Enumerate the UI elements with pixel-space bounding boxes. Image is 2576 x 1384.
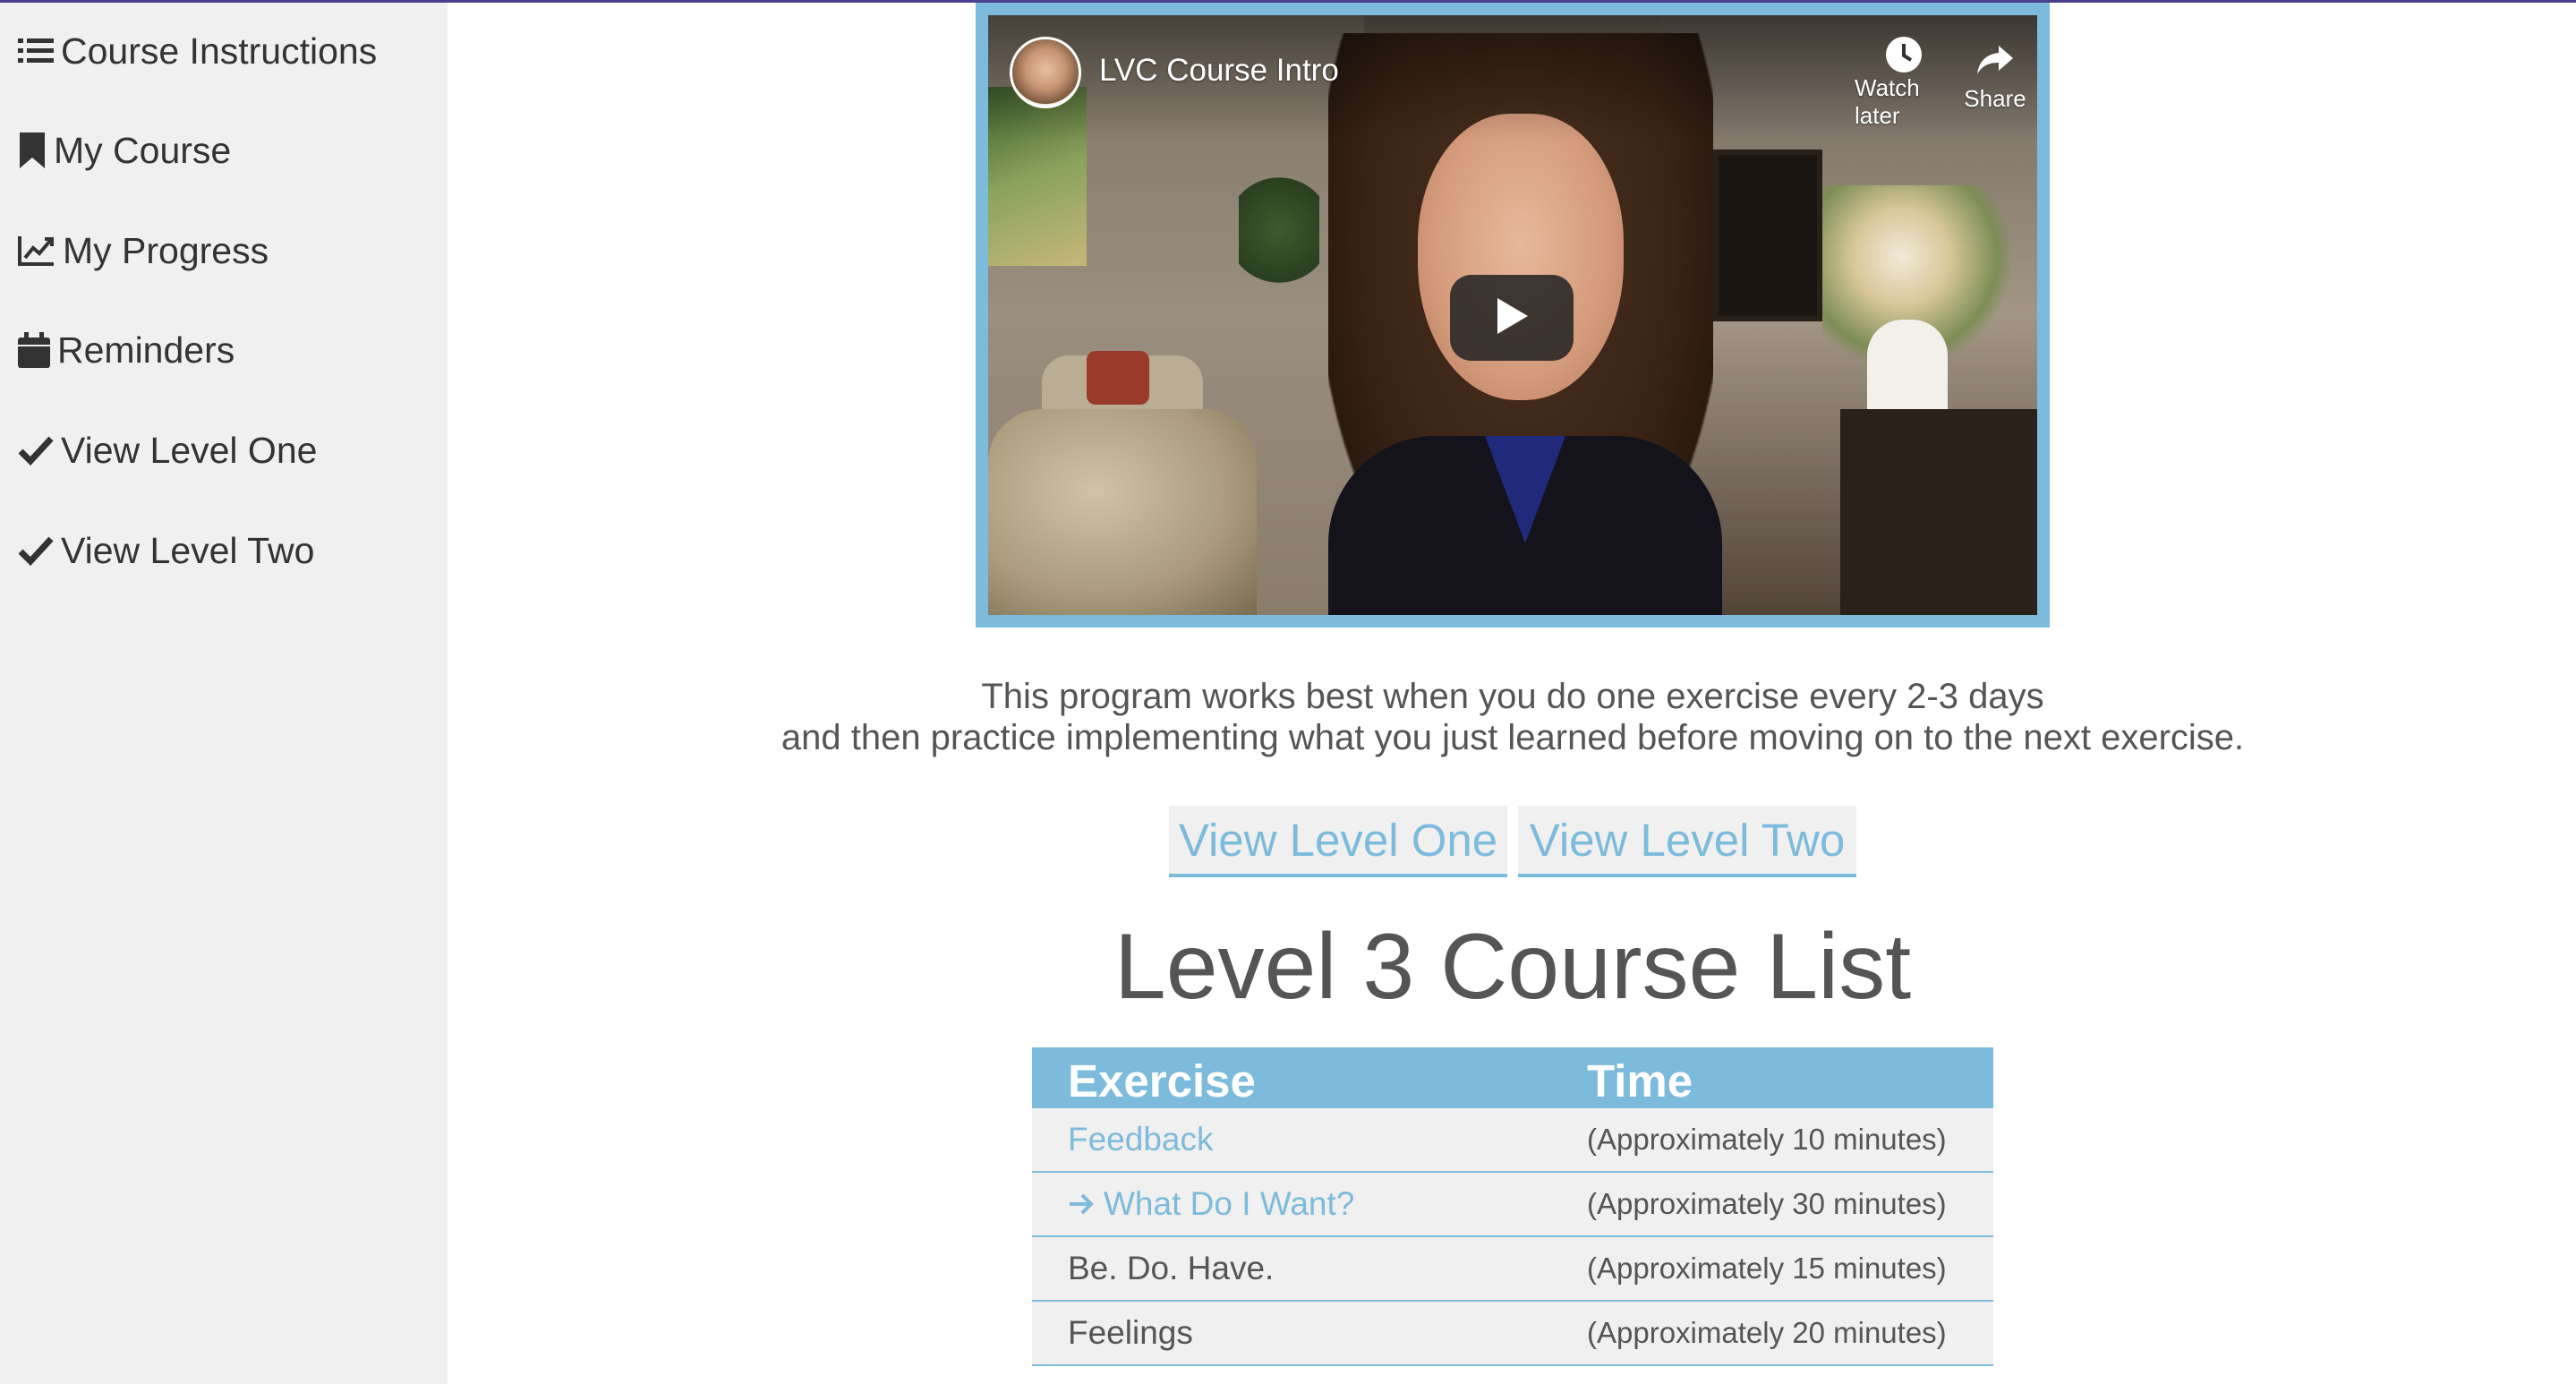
bookmark-icon — [18, 132, 47, 168]
table-row: What Do I Want? (Approximately 30 minute… — [1032, 1173, 1993, 1237]
share-icon — [1975, 35, 2015, 85]
sidebar: Course Instructions My Course My Progres… — [0, 3, 448, 1384]
sidebar-item-label: My Course — [54, 129, 232, 171]
sidebar-item-course-instructions[interactable]: Course Instructions — [18, 15, 377, 87]
sidebar-item-label: My Progress — [63, 229, 269, 271]
exercise-time: (Approximately 15 minutes) — [1587, 1252, 1947, 1285]
exercise-time: (Approximately 20 minutes) — [1587, 1316, 1947, 1349]
exercise-name: Feelings — [1068, 1314, 1193, 1351]
watch-later-label: Watch later — [1855, 74, 1920, 129]
view-level-two-button[interactable]: View Level Two — [1518, 806, 1856, 877]
exercise-link-label: What Do I Want? — [1104, 1185, 1355, 1222]
sidebar-item-view-level-two[interactable]: View Level Two — [18, 515, 314, 586]
table-header: Exercise Time — [1032, 1047, 1993, 1108]
sidebar-item-label: View Level Two — [61, 529, 315, 571]
exercise-time: (Approximately 30 minutes) — [1587, 1187, 1947, 1220]
video-player[interactable]: LVC Course Intro Watch later Share — [988, 15, 2037, 615]
sidebar-item-my-course[interactable]: My Course — [18, 115, 231, 186]
calendar-icon — [18, 332, 50, 368]
exercise-name: Be. Do. Have. — [1068, 1250, 1275, 1286]
sidebar-item-label: View Level One — [61, 429, 318, 471]
column-header-exercise: Exercise — [1068, 1055, 1256, 1106]
program-intro: This program works best when you do one … — [627, 676, 2399, 758]
clock-icon — [1884, 35, 1923, 74]
exercise-link-feedback[interactable]: Feedback — [1068, 1108, 1214, 1171]
watch-later-button[interactable]: Watch later — [1855, 35, 1953, 129]
share-button[interactable]: Share — [1946, 35, 2037, 124]
share-label: Share — [1964, 85, 2026, 112]
sidebar-item-label: Reminders — [57, 329, 235, 371]
play-icon — [1494, 296, 1530, 340]
table-row: Be. Do. Have. (Approximately 15 minutes) — [1032, 1237, 1993, 1302]
sidebar-item-label: Course Instructions — [61, 30, 378, 72]
sidebar-item-my-progress[interactable]: My Progress — [18, 215, 269, 286]
exercise-time: (Approximately 10 minutes) — [1587, 1123, 1947, 1156]
list-icon — [18, 36, 54, 66]
check-icon — [18, 435, 54, 466]
sidebar-item-view-level-one[interactable]: View Level One — [18, 414, 317, 486]
table-row: Feelings (Approximately 20 minutes) — [1032, 1302, 1993, 1366]
intro-line-1: This program works best when you do one … — [981, 677, 2044, 716]
table-row: Feedback (Approximately 10 minutes) — [1032, 1108, 1993, 1173]
exercise-link-what-do-i-want[interactable]: What Do I Want? — [1068, 1173, 1354, 1235]
line-chart-icon — [18, 235, 55, 267]
sidebar-item-reminders[interactable]: Reminders — [18, 314, 235, 386]
channel-avatar[interactable] — [1010, 37, 1081, 108]
play-button[interactable] — [1450, 275, 1574, 361]
column-header-time: Time — [1587, 1055, 1693, 1106]
check-icon — [18, 535, 54, 566]
arrow-right-icon — [1068, 1192, 1095, 1217]
view-level-one-button[interactable]: View Level One — [1169, 806, 1507, 877]
course-table: Exercise Time Feedback (Approximately 10… — [1032, 1047, 1993, 1366]
video-title[interactable]: LVC Course Intro — [1099, 53, 1339, 89]
intro-line-2: and then practice implementing what you … — [780, 718, 2245, 757]
video-frame: LVC Course Intro Watch later Share — [976, 3, 2050, 628]
page-title: Level 3 Course List — [1113, 915, 1912, 1019]
